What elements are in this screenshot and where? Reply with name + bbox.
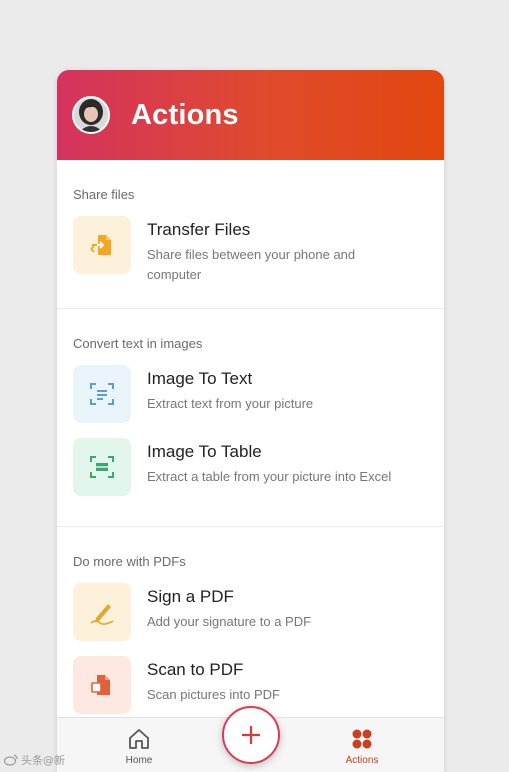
avatar[interactable]	[72, 96, 110, 134]
section-convert-text: Convert text in images Image To Text Ext…	[57, 309, 444, 527]
weibo-logo-icon	[4, 754, 18, 766]
bottom-nav: Home Actions	[57, 706, 444, 772]
actions-grid-icon	[352, 729, 372, 749]
action-image-to-table[interactable]: Image To Table Extract a table from your…	[73, 438, 428, 511]
profile-photo-icon	[74, 98, 108, 132]
action-title: Transfer Files	[147, 220, 251, 239]
action-transfer-files[interactable]: Transfer Files Share files between your …	[73, 216, 428, 300]
page-title: Actions	[131, 98, 239, 131]
nav-label: Actions	[345, 755, 379, 766]
transfer-files-icon	[73, 216, 131, 274]
action-title: Image To Table	[147, 442, 262, 461]
action-title: Scan to PDF	[147, 660, 244, 679]
action-description: Extract a table from your picture into E…	[147, 469, 392, 484]
image-to-text-icon	[73, 365, 131, 423]
section-title: Do more with PDFs	[73, 554, 186, 569]
create-button[interactable]	[222, 706, 280, 764]
section-title: Convert text in images	[73, 336, 203, 351]
action-description: Share files between your phone and compu…	[147, 247, 356, 282]
action-description: Scan pictures into PDF	[147, 687, 280, 702]
action-image-to-text[interactable]: Image To Text Extract text from your pic…	[73, 365, 428, 438]
nav-label: Home	[125, 755, 153, 766]
action-description: Add your signature to a PDF	[147, 614, 312, 629]
plus-icon	[242, 726, 260, 744]
section-share-files: Share files Transfer Files Share files b…	[57, 160, 444, 309]
app-screen: Actions Share files Transfer Files Share…	[57, 70, 444, 772]
nav-home[interactable]: Home	[117, 727, 161, 766]
nav-actions[interactable]: Actions	[340, 727, 384, 766]
action-title: Sign a PDF	[147, 587, 234, 606]
image-to-table-icon	[73, 438, 131, 496]
watermark-text: 头条@新	[21, 754, 65, 767]
home-icon	[129, 729, 149, 749]
action-title: Image To Text	[147, 369, 253, 388]
action-description: Extract text from your picture	[147, 396, 314, 411]
scan-to-pdf-icon	[73, 656, 131, 714]
section-title: Share files	[73, 187, 135, 202]
watermark: 头条@新	[4, 752, 65, 768]
app-header: Actions	[57, 70, 444, 160]
section-pdfs: Do more with PDFs Sign a PDF Add your si…	[57, 527, 444, 729]
signature-pen-icon	[73, 583, 131, 641]
action-sign-pdf[interactable]: Sign a PDF Add your signature to a PDF	[73, 583, 428, 656]
